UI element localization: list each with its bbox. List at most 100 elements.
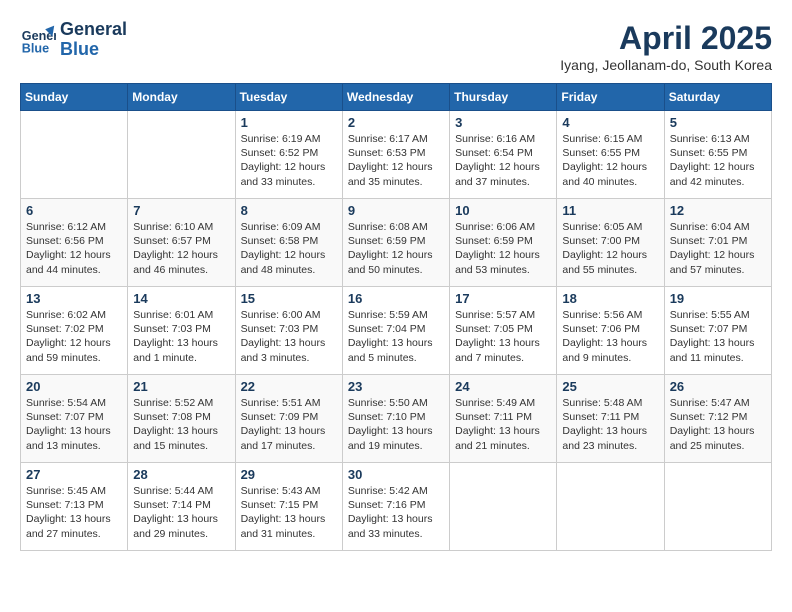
day-number: 10 [455,203,551,218]
day-info: Sunrise: 5:43 AMSunset: 7:15 PMDaylight:… [241,484,337,541]
calendar-cell: 20Sunrise: 5:54 AMSunset: 7:07 PMDayligh… [21,375,128,463]
day-number: 27 [26,467,122,482]
calendar-table: SundayMondayTuesdayWednesdayThursdayFrid… [20,83,772,551]
day-number: 9 [348,203,444,218]
week-row-3: 13Sunrise: 6:02 AMSunset: 7:02 PMDayligh… [21,287,772,375]
day-info: Sunrise: 6:02 AMSunset: 7:02 PMDaylight:… [26,308,122,365]
calendar-cell: 23 Sunrise: 5:50 AMSunset: 7:10 PMDayligh… [342,375,449,463]
day-number: 12 [670,203,766,218]
day-info: Sunrise: 5:44 AMSunset: 7:14 PMDaylight:… [133,484,229,541]
day-info: Sunrise: 5:50 AMSunset: 7:10 PMDaylight:… [348,396,444,453]
day-number: 5 [670,115,766,130]
day-number: 4 [562,115,658,130]
day-number: 14 [133,291,229,306]
calendar-cell: 5 Sunrise: 6:13 AMSunset: 6:55 PMDaylight… [664,111,771,199]
day-number: 3 [455,115,551,130]
day-info: Sunrise: 5:56 AMSunset: 7:06 PMDaylight:… [562,308,658,365]
svg-text:Blue: Blue [22,41,49,55]
logo-icon: General Blue [20,22,56,58]
location-subtitle: Iyang, Jeollanam-do, South Korea [560,57,772,73]
day-info: Sunrise: 5:59 AMSunset: 7:04 PMDaylight:… [348,308,444,365]
day-number: 15 [241,291,337,306]
calendar-cell: 1 Sunrise: 6:19 AMSunset: 6:52 PMDaylight… [235,111,342,199]
day-number: 19 [670,291,766,306]
day-number: 17 [455,291,551,306]
day-info: Sunrise: 6:16 AMSunset: 6:54 PMDaylight:… [455,132,551,189]
day-info: Sunrise: 6:15 AMSunset: 6:55 PMDaylight:… [562,132,658,189]
day-number: 28 [133,467,229,482]
day-number: 6 [26,203,122,218]
calendar-cell: 7Sunrise: 6:10 AMSunset: 6:57 PMDaylight… [128,199,235,287]
calendar-cell: 16Sunrise: 5:59 AMSunset: 7:04 PMDayligh… [342,287,449,375]
day-number: 24 [455,379,551,394]
calendar-cell [128,111,235,199]
day-info: Sunrise: 6:13 AMSunset: 6:55 PMDaylight:… [670,132,766,189]
col-header-sunday: Sunday [21,84,128,111]
col-header-friday: Friday [557,84,664,111]
calendar-cell: 18Sunrise: 5:56 AMSunset: 7:06 PMDayligh… [557,287,664,375]
calendar-cell: 15 Sunrise: 6:00 AMSunset: 7:03 PMDayligh… [235,287,342,375]
day-info: Sunrise: 5:52 AMSunset: 7:08 PMDaylight:… [133,396,229,453]
title-block: April 2025 Iyang, Jeollanam-do, South Ko… [560,20,772,73]
day-number: 1 [241,115,337,130]
col-header-thursday: Thursday [450,84,557,111]
day-info: Sunrise: 6:04 AMSunset: 7:01 PMDaylight:… [670,220,766,277]
day-info: Sunrise: 6:05 AMSunset: 7:00 PMDaylight:… [562,220,658,277]
calendar-cell: 21 Sunrise: 5:52 AMSunset: 7:08 PMDayligh… [128,375,235,463]
col-header-saturday: Saturday [664,84,771,111]
calendar-cell: 27 Sunrise: 5:45 AMSunset: 7:13 PMDayligh… [21,463,128,551]
calendar-cell: 30Sunrise: 5:42 AMSunset: 7:16 PMDayligh… [342,463,449,551]
calendar-cell: 6 Sunrise: 6:12 AMSunset: 6:56 PMDaylight… [21,199,128,287]
day-info: Sunrise: 6:06 AMSunset: 6:59 PMDaylight:… [455,220,551,277]
calendar-cell: 29 Sunrise: 5:43 AMSunset: 7:15 PMDayligh… [235,463,342,551]
calendar-cell: 9Sunrise: 6:08 AMSunset: 6:59 PMDaylight… [342,199,449,287]
month-title: April 2025 [560,20,772,57]
day-info: Sunrise: 6:19 AMSunset: 6:52 PMDaylight:… [241,132,337,189]
day-info: Sunrise: 5:55 AMSunset: 7:07 PMDaylight:… [670,308,766,365]
calendar-cell: 22 Sunrise: 5:51 AMSunset: 7:09 PMDayligh… [235,375,342,463]
calendar-cell [557,463,664,551]
calendar-cell: 12 Sunrise: 6:04 AMSunset: 7:01 PMDayligh… [664,199,771,287]
logo-text-general: General [60,20,127,40]
calendar-cell: 3 Sunrise: 6:16 AMSunset: 6:54 PMDaylight… [450,111,557,199]
calendar-cell: 25Sunrise: 5:48 AMSunset: 7:11 PMDayligh… [557,375,664,463]
day-info: Sunrise: 6:01 AMSunset: 7:03 PMDaylight:… [133,308,229,365]
calendar-cell: 28 Sunrise: 5:44 AMSunset: 7:14 PMDayligh… [128,463,235,551]
day-info: Sunrise: 5:49 AMSunset: 7:11 PMDaylight:… [455,396,551,453]
calendar-cell: 24 Sunrise: 5:49 AMSunset: 7:11 PMDayligh… [450,375,557,463]
day-info: Sunrise: 5:45 AMSunset: 7:13 PMDaylight:… [26,484,122,541]
calendar-cell: 17 Sunrise: 5:57 AMSunset: 7:05 PMDayligh… [450,287,557,375]
day-info: Sunrise: 5:48 AMSunset: 7:11 PMDaylight:… [562,396,658,453]
calendar-cell [664,463,771,551]
day-number: 26 [670,379,766,394]
day-info: Sunrise: 5:51 AMSunset: 7:09 PMDaylight:… [241,396,337,453]
day-number: 23 [348,379,444,394]
week-row-4: 20Sunrise: 5:54 AMSunset: 7:07 PMDayligh… [21,375,772,463]
day-number: 29 [241,467,337,482]
calendar-cell: 14 Sunrise: 6:01 AMSunset: 7:03 PMDayligh… [128,287,235,375]
calendar-cell: 4 Sunrise: 6:15 AMSunset: 6:55 PMDaylight… [557,111,664,199]
calendar-cell: 11 Sunrise: 6:05 AMSunset: 7:00 PMDayligh… [557,199,664,287]
calendar-cell: 13Sunrise: 6:02 AMSunset: 7:02 PMDayligh… [21,287,128,375]
day-info: Sunrise: 6:12 AMSunset: 6:56 PMDaylight:… [26,220,122,277]
calendar-cell: 10 Sunrise: 6:06 AMSunset: 6:59 PMDayligh… [450,199,557,287]
day-number: 2 [348,115,444,130]
header-row: SundayMondayTuesdayWednesdayThursdayFrid… [21,84,772,111]
calendar-cell: 8Sunrise: 6:09 AMSunset: 6:58 PMDaylight… [235,199,342,287]
calendar-cell [450,463,557,551]
calendar-cell: 19 Sunrise: 5:55 AMSunset: 7:07 PMDayligh… [664,287,771,375]
day-number: 22 [241,379,337,394]
day-number: 21 [133,379,229,394]
day-info: Sunrise: 5:57 AMSunset: 7:05 PMDaylight:… [455,308,551,365]
day-number: 11 [562,203,658,218]
calendar-cell: 26Sunrise: 5:47 AMSunset: 7:12 PMDayligh… [664,375,771,463]
day-number: 7 [133,203,229,218]
day-info: Sunrise: 6:17 AMSunset: 6:53 PMDaylight:… [348,132,444,189]
col-header-tuesday: Tuesday [235,84,342,111]
week-row-1: 1 Sunrise: 6:19 AMSunset: 6:52 PMDaylight… [21,111,772,199]
day-info: Sunrise: 5:42 AMSunset: 7:16 PMDaylight:… [348,484,444,541]
logo-text-blue: Blue [60,40,127,60]
day-info: Sunrise: 6:00 AMSunset: 7:03 PMDaylight:… [241,308,337,365]
calendar-cell [21,111,128,199]
col-header-wednesday: Wednesday [342,84,449,111]
